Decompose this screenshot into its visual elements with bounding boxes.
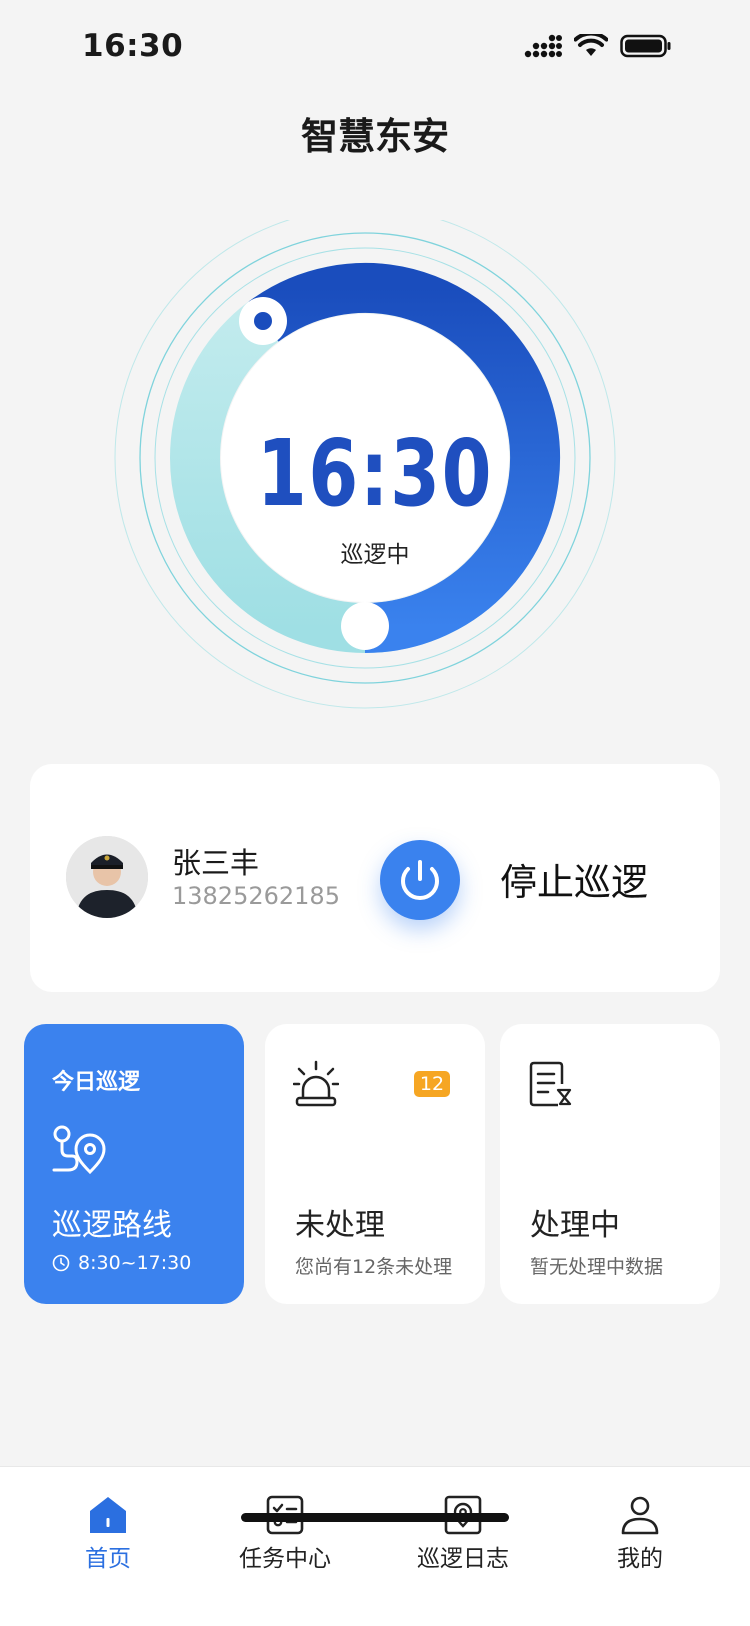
user-name: 张三丰 (172, 846, 260, 880)
clock-icon (52, 1254, 70, 1272)
home-icon (90, 1497, 126, 1533)
dial-end-handle[interactable] (341, 602, 389, 650)
patrol-timer-dial: 16:30 巡逻中 (110, 220, 640, 740)
status-time: 16:30 (82, 28, 184, 64)
patrol-route-title: 巡逻路线 (52, 1208, 172, 1243)
home-indicator (241, 1513, 509, 1522)
avatar (66, 836, 148, 918)
stop-patrol-label[interactable]: 停止巡逻 (500, 852, 648, 906)
dial-start-dot (254, 312, 272, 330)
dial-status: 巡逻中 (340, 542, 410, 568)
unhandled-tile[interactable]: 12 未处理 您尚有12条未处理 (265, 1024, 485, 1304)
document-edit-icon (528, 1060, 574, 1112)
tab-patrol-log[interactable]: 巡逻日志 (383, 1493, 543, 1573)
stop-patrol-button[interactable] (380, 840, 460, 920)
tab-task-center[interactable]: 任务中心 (205, 1493, 365, 1573)
processing-title: 处理中 (530, 1208, 620, 1243)
user-icon (621, 1496, 659, 1535)
bottom-tab-bar: 首页 任务中心 巡逻日志 我的 (0, 1466, 750, 1626)
tab-patrol-log-label: 巡逻日志 (417, 1546, 509, 1572)
dial-time: 16:30 (256, 420, 494, 527)
tab-mine[interactable]: 我的 (560, 1493, 720, 1573)
unhandled-count-badge: 12 (414, 1071, 450, 1097)
unhandled-title: 未处理 (295, 1208, 385, 1243)
patrol-route-tile[interactable]: 今日巡逻 巡逻路线 8:30~17:30 (24, 1024, 244, 1304)
tab-home[interactable]: 首页 (28, 1493, 188, 1573)
alarm-icon (292, 1060, 340, 1112)
patrol-time-range: 8:30~17:30 (78, 1252, 192, 1274)
route-icon (50, 1122, 106, 1182)
tab-mine-label: 我的 (617, 1546, 663, 1572)
wifi-icon (574, 34, 608, 56)
tab-home-label: 首页 (85, 1546, 131, 1572)
today-patrol-label: 今日巡逻 (52, 1070, 141, 1095)
battery-icon (620, 34, 671, 58)
user-phone: 13825262185 (172, 882, 340, 910)
unhandled-desc: 您尚有12条未处理 (295, 1256, 453, 1278)
tab-task-center-label: 任务中心 (239, 1546, 331, 1572)
status-bar: 16:30 (0, 0, 750, 96)
cellular-signal-icon (524, 34, 562, 58)
page-title: 智慧东安 (301, 115, 449, 158)
power-icon (401, 860, 439, 901)
profile-card: 张三丰 13825262185 停止巡逻 (30, 764, 720, 992)
processing-desc: 暂无处理中数据 (530, 1256, 664, 1278)
processing-tile[interactable]: 处理中 暂无处理中数据 (500, 1024, 720, 1304)
